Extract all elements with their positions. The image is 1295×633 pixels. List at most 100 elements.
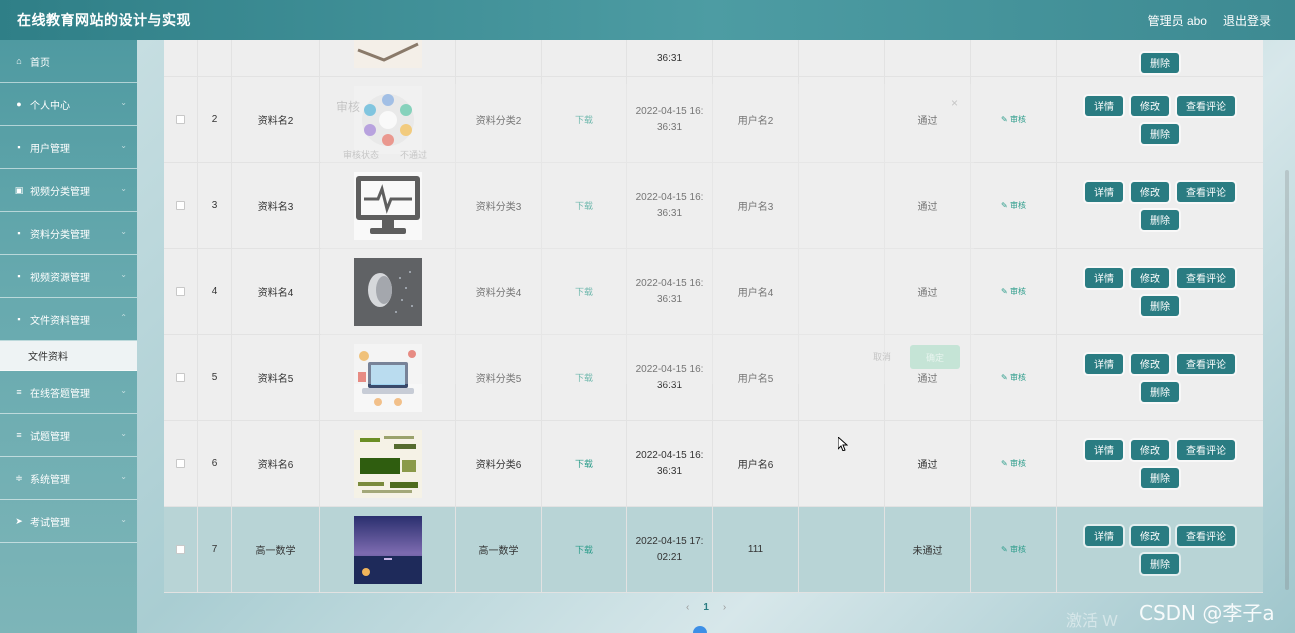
ops-cell: 详情 修改 查看评论 删除 [1057,335,1263,420]
ops-cell: 详情 修改 查看评论 删除 [1057,249,1263,334]
current-page[interactable]: 1 [703,602,709,613]
detail-button[interactable]: 详情 [1085,525,1123,546]
row-checkbox[interactable] [176,201,185,210]
sidebar-item-file-materials[interactable]: ▪ 文件资料管理 ⌃ [0,298,137,341]
row-checkbox[interactable] [176,545,185,554]
edit-button[interactable]: 修改 [1131,95,1169,116]
prev-page-icon[interactable]: ‹ [686,602,689,613]
edit-button[interactable]: 修改 [1131,525,1169,546]
delete-button[interactable]: 删除 [1141,553,1179,574]
row-index: 6 [198,421,232,506]
delete-button[interactable]: 删除 [1141,381,1179,402]
row-checkbox[interactable] [176,287,185,296]
download-link[interactable]: 下载 [575,113,593,126]
detail-button[interactable]: 详情 [1085,267,1123,288]
material-category: 资料分类5 [456,335,542,420]
detail-button[interactable]: 详情 [1085,181,1123,202]
logout-link[interactable]: 退出登录 [1223,12,1271,29]
audit-link[interactable]: ✎ 审核 [1001,458,1026,469]
sidebar-item-home[interactable]: ⌂ 首页 [0,40,137,83]
delete-button[interactable]: 删除 [1141,209,1179,230]
download-link[interactable]: 下载 [575,543,593,556]
edit-button[interactable]: 修改 [1131,267,1169,288]
sidebar-item-exams[interactable]: ➤ 考试管理 ⌄ [0,500,137,543]
sidebar-item-label: 资料分类管理 [30,229,90,241]
app-title: 在线教育网站的设计与实现 [17,12,191,28]
view-comments-button[interactable]: 查看评论 [1177,353,1235,374]
material-name: 高一数学 [232,507,320,592]
detail-button[interactable]: 详情 [1085,353,1123,374]
home-icon: ⌂ [16,56,22,66]
row-thumbnail [320,249,456,334]
delete-button[interactable]: 删除 [1141,467,1179,488]
download-link[interactable]: 下载 [575,457,593,470]
sidebar-item-label: 考试管理 [30,517,70,529]
edit-button[interactable]: 修改 [1131,439,1169,460]
view-comments-button[interactable]: 查看评论 [1177,439,1235,460]
download-link[interactable]: 下载 [575,371,593,384]
view-comments-button[interactable]: 查看评论 [1177,525,1235,546]
audit-link[interactable]: ✎ 审核 [1001,544,1026,555]
view-comments-button[interactable]: 查看评论 [1177,267,1235,288]
material-category: 资料分类3 [456,163,542,248]
partial-thumbnail-image [353,40,422,68]
sidebar-item-profile[interactable]: ● 个人中心 ⌄ [0,83,137,126]
sidebar-subitem-files[interactable]: 文件资料 [0,341,137,371]
delete-button[interactable]: 删除 [1141,52,1179,73]
sidebar-item-users[interactable]: ▪ 用户管理 ⌄ [0,126,137,169]
time-cell: 2022-04-15 16: 36:31 [627,421,713,506]
view-comments-button[interactable]: 查看评论 [1177,181,1235,202]
floating-indicator [693,626,707,633]
status-text: 未通过 [885,507,971,592]
edit-button[interactable]: 修改 [1131,181,1169,202]
view-comments-button[interactable]: 查看评论 [1177,95,1235,116]
dialog-confirm-button[interactable]: 确定 [910,345,960,369]
audit-link[interactable]: ✎ 审核 [1001,286,1026,297]
audit-link[interactable]: ✎ 审核 [1001,372,1026,383]
time-cell: 2022-04-15 17: 02:21 [627,507,713,592]
settings-icon: ≑ [15,472,23,483]
delete-button[interactable]: 删除 [1141,123,1179,144]
table-row: 36:31 删除 [164,40,1263,77]
sidebar-item-system[interactable]: ≑ 系统管理 ⌄ [0,457,137,500]
grid-icon: ▪ [17,228,21,238]
chevron-down-icon: ⌄ [120,98,127,107]
row-checkbox[interactable] [176,373,185,382]
edit-icon: ✎ [1001,201,1010,210]
edit-button[interactable]: 修改 [1131,353,1169,374]
close-icon[interactable]: × [951,96,958,110]
dialog-cancel-button[interactable]: 取消 [873,350,891,363]
edit-icon: ✎ [1001,287,1010,296]
material-name: 资料名2 [232,77,320,162]
delete-button[interactable]: 删除 [1141,295,1179,316]
download-link[interactable]: 下载 [575,199,593,212]
edit-icon: ✎ [1001,115,1010,124]
chevron-down-icon: ⌄ [120,386,127,395]
page-scrollbar[interactable] [1285,170,1289,590]
audit-link[interactable]: ✎ 审核 [1001,114,1026,125]
row-checkbox[interactable] [176,459,185,468]
dialog-radio-reject[interactable]: 不通过 [400,148,427,161]
sidebar-item-video-category[interactable]: ▣ 视频分类管理 ⌄ [0,169,137,212]
time-cell: 2022-04-15 16: 36:31 [627,249,713,334]
edit-icon: ✎ [1001,373,1010,382]
ops-cell: 详情 修改 查看评论 删除 [1057,77,1263,162]
pagination: ‹ 1 › [686,602,726,613]
file-materials-table: 36:31 删除 2 资料名2 资料分类2 下载 2022-04-15 16: … [164,40,1263,593]
mouse-cursor-icon [838,437,848,451]
table-row: 3 资料名3 资料分类3 下载 2022-04-15 16: 36:31 用户名3… [164,163,1263,249]
sidebar-item-material-category[interactable]: ▪ 资料分类管理 ⌄ [0,212,137,255]
row-index: 3 [198,163,232,248]
next-page-icon[interactable]: › [723,602,726,613]
sidebar-item-label: 在线答题管理 [30,388,90,400]
detail-button[interactable]: 详情 [1085,95,1123,116]
download-link[interactable]: 下载 [575,285,593,298]
detail-button[interactable]: 详情 [1085,439,1123,460]
audit-link[interactable]: ✎ 审核 [1001,200,1026,211]
row-checkbox[interactable] [176,115,185,124]
table-row: 7 高一数学 高一数学 下载 2022-04-15 17:02:21 111 [164,507,1263,593]
sidebar-item-online-answers[interactable]: ≡ 在线答题管理 ⌄ [0,371,137,414]
chevron-down-icon: ⌄ [120,227,127,236]
sidebar-item-video-resources[interactable]: ▪ 视频资源管理 ⌄ [0,255,137,298]
sidebar-item-questions[interactable]: ≡ 试题管理 ⌄ [0,414,137,457]
